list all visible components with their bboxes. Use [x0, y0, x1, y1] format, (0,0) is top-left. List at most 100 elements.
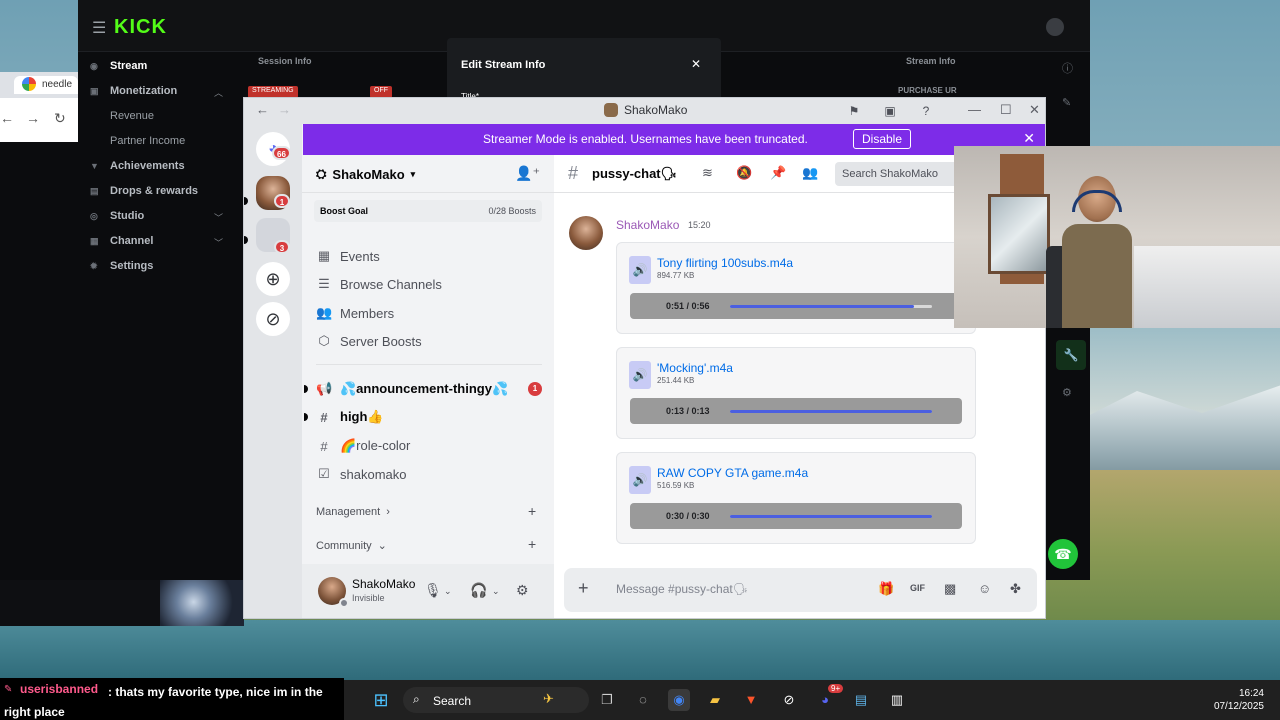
chevron-down-icon[interactable]: ﹀	[214, 211, 223, 224]
nav-server-boosts[interactable]: ⬡ Server Boosts	[316, 330, 421, 352]
kick-nav-channel[interactable]: ▦ Channel	[90, 235, 153, 247]
gif-icon[interactable]: GIF	[910, 583, 925, 593]
menu-icon[interactable]: ☰	[92, 18, 106, 38]
chrome-icon[interactable]: ◉	[668, 689, 690, 711]
brave-icon[interactable]: ▼	[740, 689, 762, 711]
help-icon[interactable]: ?	[918, 103, 934, 119]
notification-badge: 66	[272, 146, 291, 160]
avatar[interactable]	[569, 216, 603, 250]
gift-icon[interactable]: 🎁	[878, 581, 894, 597]
chevron-down-icon[interactable]: ⌄	[492, 586, 500, 597]
add-channel-icon[interactable]: +	[528, 503, 536, 519]
chevron-up-icon[interactable]: ︿	[214, 86, 223, 99]
back-arrow-icon[interactable]: ←	[256, 102, 269, 118]
audio-player[interactable]: 0:51 / 0:56	[630, 293, 962, 319]
kick-nav-revenue[interactable]: Revenue	[110, 110, 154, 122]
channel-role-color[interactable]: # 🌈role-color	[316, 435, 410, 457]
inbox-icon[interactable]: ▣	[882, 103, 898, 119]
task-view-icon[interactable]: ❐	[596, 689, 618, 711]
attachment-name[interactable]: RAW COPY GTA game.m4a	[657, 466, 808, 480]
channel-label: 💦announcement-thingy💦	[340, 381, 509, 396]
message-author[interactable]: ShakoMako	[616, 218, 679, 232]
audio-player[interactable]: 0:30 / 0:30	[630, 503, 962, 529]
app-icon[interactable]: ◌	[632, 689, 654, 711]
channel-shakomako[interactable]: ☑ shakomako	[316, 463, 406, 485]
audio-app-icon[interactable]: ▥	[886, 689, 908, 711]
add-channel-icon[interactable]: +	[528, 536, 536, 552]
kick-nav-stream[interactable]: ◉ Stream	[90, 60, 147, 72]
forward-arrow-icon[interactable]: →	[26, 110, 40, 126]
hash-icon: #	[320, 438, 328, 454]
kick-nav-partner-income[interactable]: Partner Income	[110, 135, 185, 147]
guild-indicator	[244, 236, 248, 244]
wrench-button[interactable]: 🔧	[1056, 340, 1086, 370]
back-arrow-icon[interactable]: ←	[0, 110, 14, 126]
seek-bar[interactable]	[730, 305, 932, 308]
kick-avatar[interactable]	[1046, 18, 1064, 36]
members-icon: 👥	[316, 305, 333, 320]
server-header[interactable]: ⛭ ShakoMako ▾ 👤⁺	[302, 155, 554, 193]
close-icon[interactable]: ✕	[1023, 130, 1035, 147]
chevron-down-icon[interactable]: ⌄	[444, 586, 452, 597]
headphones-icon[interactable]: 🎧	[470, 582, 487, 599]
channel-high[interactable]: # high👍	[316, 406, 383, 428]
info-icon[interactable]: ⓘ	[1062, 60, 1073, 76]
close-icon[interactable]: ✕	[691, 57, 701, 71]
add-attachment-icon[interactable]: +	[578, 578, 589, 599]
studio-icon: ◎	[90, 210, 98, 221]
flag-icon[interactable]: ⚑	[846, 103, 862, 119]
apps-icon[interactable]: ✤	[1010, 581, 1021, 597]
microphone-icon[interactable]: 🎙	[424, 582, 442, 599]
help-button[interactable]: ☎	[1048, 539, 1078, 569]
pin-icon[interactable]: 📌	[770, 165, 786, 181]
channel-announcement[interactable]: 📢 💦announcement-thingy💦	[316, 378, 508, 400]
message-composer[interactable]: + Message #pussy-chat🗣 🎁 GIF ▩ ☺ ✤	[564, 568, 1037, 612]
nav-events[interactable]: ▦ Events	[316, 245, 380, 267]
maximize-icon[interactable]: ☐	[1000, 102, 1012, 118]
kick-nav-label: Stream	[110, 60, 148, 72]
kick-nav-achievements[interactable]: ▼ Achievements	[90, 160, 185, 172]
obs-icon[interactable]: ⊘	[778, 689, 800, 711]
kick-logo[interactable]: KICK	[114, 16, 167, 39]
user-name[interactable]: ShakoMako	[352, 577, 415, 591]
system-clock[interactable]: 16:24 07/12/2025	[1214, 687, 1264, 713]
reload-icon[interactable]: ↻	[54, 110, 66, 127]
emoji-icon[interactable]: ☺	[978, 581, 991, 596]
attachment-name[interactable]: 'Mocking'.m4a	[657, 361, 733, 375]
attachment-name[interactable]: Tony flirting 100subs.m4a	[657, 256, 793, 270]
kick-nav-drops[interactable]: ▤ Drops & rewards	[90, 185, 198, 197]
notification-badge: 3	[274, 240, 290, 254]
category-management[interactable]: Management ›	[316, 506, 390, 518]
kick-nav-studio[interactable]: ◎ Studio	[90, 210, 144, 222]
windows-start-icon[interactable]: ⊞	[370, 689, 392, 711]
category-community[interactable]: Community ⌄	[316, 539, 387, 553]
playback-time: 0:13 / 0:13	[666, 406, 710, 416]
nav-browse-channels[interactable]: ☰ Browse Channels	[316, 273, 442, 295]
kick-nav-settings[interactable]: ✹ Settings	[90, 260, 153, 272]
invite-icon[interactable]: 👤⁺	[515, 165, 540, 182]
boost-goal[interactable]: Boost Goal 0/28 Boosts	[314, 200, 542, 222]
gear-icon[interactable]: ⚙	[516, 582, 529, 599]
explore-icon[interactable]: ⊘	[256, 302, 290, 336]
add-server-icon[interactable]: ⊕	[256, 262, 290, 296]
taskbar-search[interactable]: ⌕ Search ✈	[403, 687, 589, 713]
settings-icon[interactable]: ⚙	[1062, 386, 1072, 399]
chevron-down-icon[interactable]: ﹀	[214, 236, 223, 249]
disable-button[interactable]: Disable	[853, 129, 912, 149]
audio-player[interactable]: 0:13 / 0:13	[630, 398, 962, 424]
mute-bell-icon[interactable]: 🔕	[736, 165, 752, 181]
minimize-icon[interactable]: —	[968, 102, 981, 118]
sticker-icon[interactable]: ▩	[944, 581, 956, 597]
members-icon[interactable]: 👥	[802, 165, 818, 181]
pencil-icon[interactable]: ✎	[1062, 96, 1071, 109]
threads-icon[interactable]: ≋	[702, 165, 713, 181]
kick-nav-monetization[interactable]: ▣ Monetization	[90, 85, 177, 97]
file-explorer-icon[interactable]: ▰	[704, 689, 726, 711]
seek-bar[interactable]	[730, 515, 932, 518]
nav-members[interactable]: 👥 Members	[316, 302, 394, 324]
close-icon[interactable]: ✕	[1029, 102, 1040, 118]
seek-bar[interactable]	[730, 410, 932, 413]
forward-arrow-icon[interactable]: →	[278, 102, 291, 118]
notepad-icon[interactable]: ▤	[850, 689, 872, 711]
channel-title: pussy-chat🗣	[592, 166, 678, 181]
